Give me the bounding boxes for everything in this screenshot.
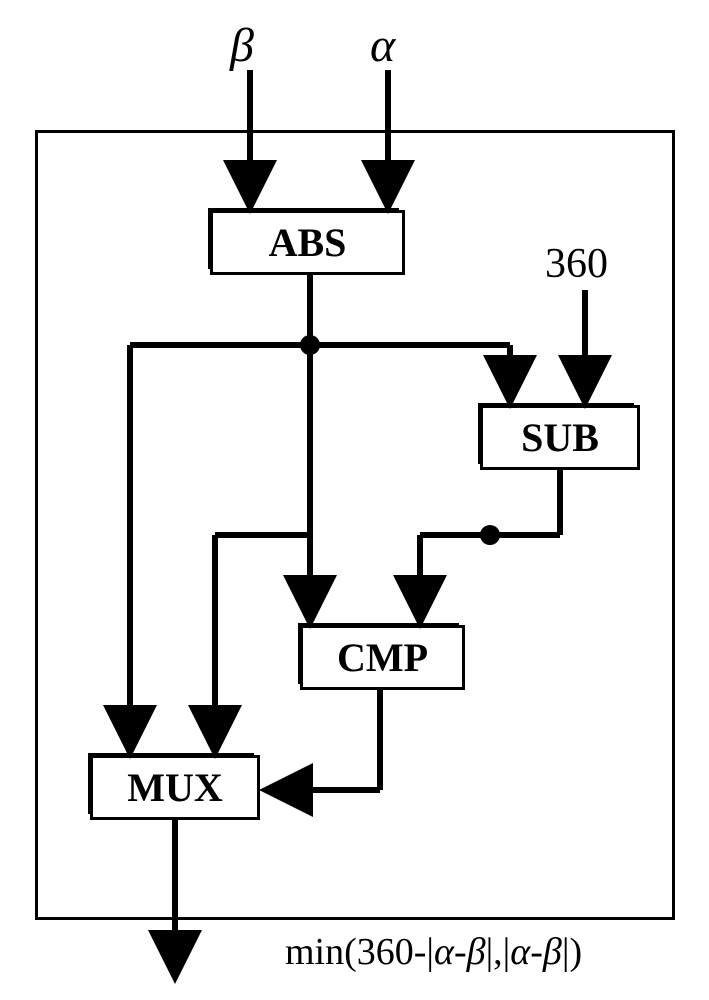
diagram-canvas: β α 360 ABS SUB CMP MUX min(360-|α-β|,|α… — [0, 0, 709, 1000]
input-alpha-label: α — [370, 18, 395, 73]
const-360-label: 360 — [545, 240, 608, 288]
mux-block: MUX — [90, 755, 260, 820]
cmp-block-label: CMP — [337, 634, 428, 681]
input-beta-label: β — [230, 18, 254, 73]
abs-block-label: ABS — [269, 219, 347, 266]
output-expression: min(360-|α-β|,|α-β|) — [285, 930, 582, 974]
sub-block-label: SUB — [521, 414, 599, 461]
sub-block: SUB — [480, 405, 640, 470]
cmp-block: CMP — [300, 625, 465, 690]
abs-block: ABS — [210, 210, 405, 275]
mux-block-label: MUX — [127, 764, 223, 811]
